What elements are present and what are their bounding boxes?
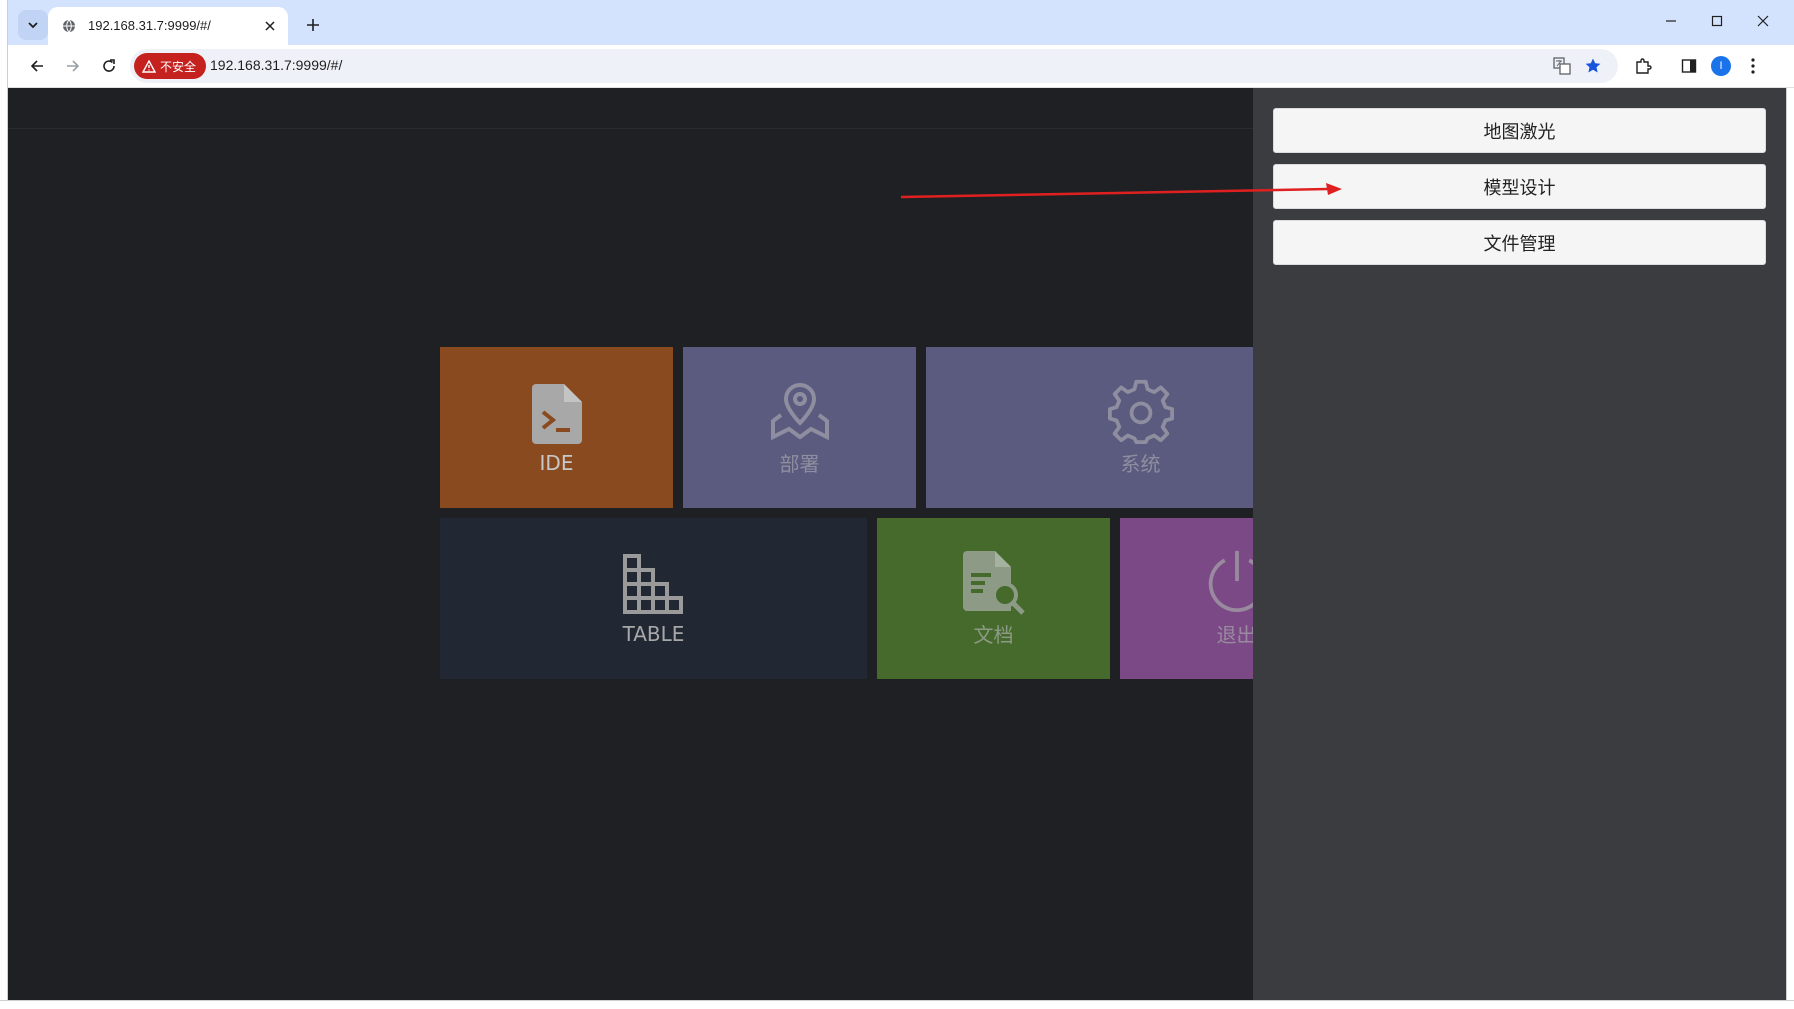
page-header-bar	[8, 88, 1253, 129]
arrow-left-icon	[30, 60, 43, 72]
translate-icon	[1553, 57, 1571, 75]
address-bar[interactable]: 不安全 192.168.31.7:9999/#/	[130, 49, 1618, 83]
puzzle-icon	[1636, 58, 1652, 74]
minimize-window-button[interactable]	[1648, 6, 1694, 36]
extensions-button[interactable]	[1628, 51, 1658, 81]
maximize-icon	[1711, 15, 1723, 27]
chevron-down-icon	[28, 22, 38, 29]
bookmark-star-button[interactable]	[1582, 55, 1604, 77]
reload-button[interactable]	[94, 51, 124, 81]
tile-ide[interactable]: IDE	[440, 347, 673, 508]
desktop-edge-left	[0, 0, 8, 1009]
model-design-button[interactable]: 模型设计	[1273, 164, 1766, 209]
star-icon	[1585, 58, 1601, 73]
security-label: 不安全	[160, 59, 197, 74]
blocks-icon	[621, 552, 687, 618]
tile-table[interactable]: TABLE	[440, 518, 867, 679]
profile-button[interactable]: I	[1706, 51, 1736, 81]
tile-label: 系统	[1120, 452, 1161, 476]
browser-tab-strip: 192.168.31.7:9999/#/	[8, 0, 1794, 45]
kebab-menu-icon	[1751, 58, 1755, 74]
close-icon	[1757, 15, 1769, 27]
arrow-right-icon	[67, 60, 80, 72]
document-search-icon	[961, 549, 1027, 615]
profile-avatar: I	[1711, 56, 1731, 76]
tile-label: 文档	[973, 623, 1014, 647]
tile-deploy[interactable]: 部署	[683, 347, 916, 508]
security-warning-chip[interactable]: 不安全	[134, 53, 207, 79]
close-window-button[interactable]	[1740, 6, 1786, 36]
file-management-button[interactable]: 文件管理	[1273, 220, 1766, 265]
tab-search-button[interactable]	[18, 10, 48, 40]
tile-label: TABLE	[622, 621, 685, 646]
page-viewport: IDE 部署 系统 TABLE 文档 退出 地图激光 模型设计 文件管理	[8, 88, 1786, 1000]
plus-icon	[307, 19, 319, 31]
tab-title: 192.168.31.7:9999/#/	[88, 18, 211, 33]
globe-icon	[63, 19, 75, 33]
tile-label: IDE	[539, 450, 574, 475]
tile-label: 部署	[779, 452, 820, 476]
browser-tab[interactable]: 192.168.31.7:9999/#/	[48, 7, 288, 45]
side-drawer: 地图激光 模型设计 文件管理	[1253, 88, 1786, 1000]
side-panel-button[interactable]	[1674, 51, 1704, 81]
map-laser-button[interactable]: 地图激光	[1273, 108, 1766, 153]
tab-close-icon[interactable]	[262, 18, 278, 34]
browser-toolbar: 不安全 192.168.31.7:9999/#/ I	[8, 45, 1794, 88]
desktop-edge-bottom	[0, 1000, 1794, 1009]
warning-triangle-icon	[142, 59, 156, 73]
tile-docs[interactable]: 文档	[877, 518, 1110, 679]
new-tab-button[interactable]	[298, 10, 328, 40]
minimize-icon	[1666, 20, 1676, 22]
map-pin-icon	[767, 378, 833, 444]
side-panel-icon	[1681, 59, 1697, 73]
forward-button[interactable]	[58, 51, 88, 81]
reload-icon	[103, 59, 115, 72]
maximize-window-button[interactable]	[1694, 6, 1740, 36]
browser-menu-button[interactable]	[1738, 51, 1768, 81]
terminal-file-icon	[524, 381, 590, 447]
translate-button[interactable]	[1551, 55, 1573, 77]
url-text: 192.168.31.7:9999/#/	[210, 57, 343, 73]
gear-icon	[1107, 378, 1174, 444]
back-button[interactable]	[22, 51, 52, 81]
tile-label: 退出	[1216, 623, 1257, 647]
desktop-edge-right	[1786, 88, 1794, 1000]
